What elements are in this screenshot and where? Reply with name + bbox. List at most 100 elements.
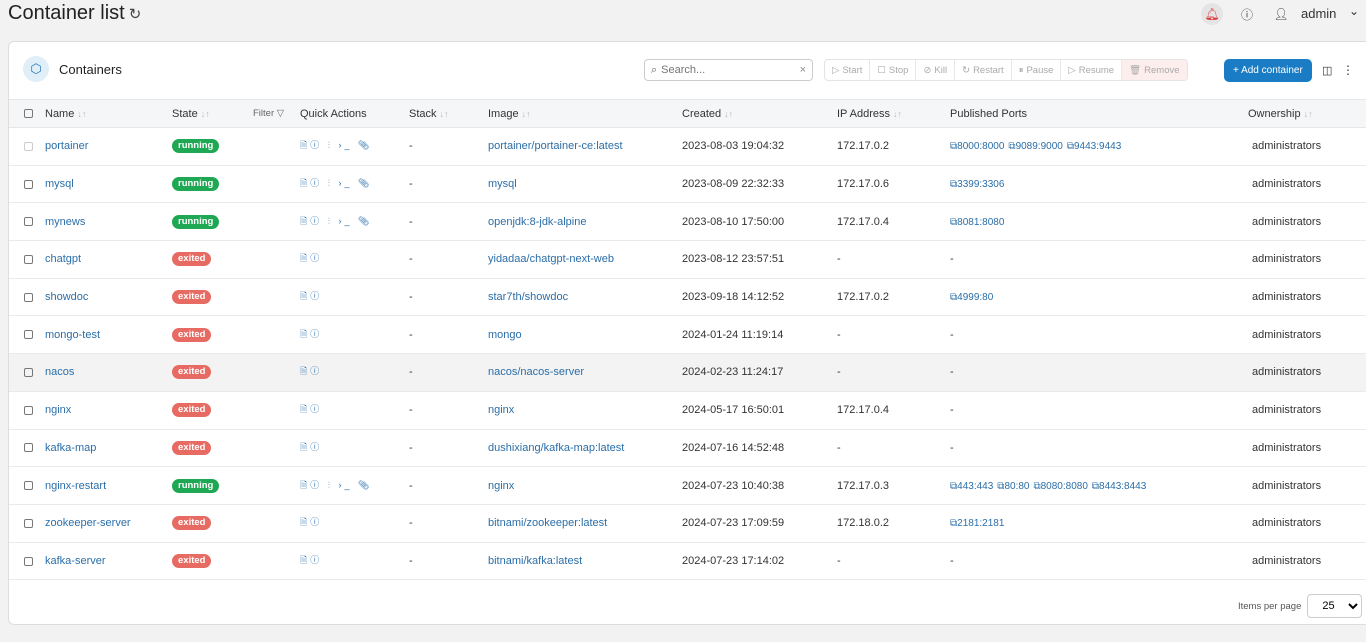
row-checkbox[interactable]: [24, 556, 33, 566]
row-checkbox[interactable]: [24, 292, 33, 302]
ip-cell: 172.18.0.2: [837, 504, 950, 543]
created-cell: 2024-07-23 17:14:02: [682, 542, 837, 581]
user-name[interactable]: admin: [1301, 6, 1336, 21]
port-link[interactable]: ⧉8000:8000: [950, 141, 1004, 152]
add-container-button[interactable]: + Add container: [1224, 59, 1312, 82]
chevron-down-icon[interactable]: ⌄: [1349, 4, 1359, 18]
stack-cell: -: [409, 202, 488, 242]
quick-action-icons[interactable]: 🗎︎ⓘ: [300, 442, 322, 452]
pause-button[interactable]: ⏸︎ Pause: [1012, 60, 1062, 80]
port-link[interactable]: ⧉9089:9000: [1008, 141, 1062, 152]
columns-icon[interactable]: ◫: [1322, 64, 1332, 77]
quick-action-icons[interactable]: 🗎︎ⓘ ⫶ ›_ 📎︎: [300, 178, 372, 188]
col-ownership[interactable]: Ownership ↓↑: [1248, 99, 1366, 128]
stack-cell: -: [409, 391, 488, 430]
container-name-link[interactable]: zookeeper-server: [45, 517, 131, 529]
row-checkbox[interactable]: [24, 179, 33, 189]
search-box[interactable]: ⌕×: [644, 59, 813, 81]
quick-action-icons[interactable]: 🗎︎ⓘ: [300, 404, 322, 414]
row-checkbox[interactable]: [24, 255, 33, 264]
stop-button[interactable]: ☐ Stop: [870, 60, 917, 80]
row-checkbox[interactable]: [24, 405, 33, 415]
row-checkbox[interactable]: [24, 481, 33, 491]
quick-action-icons[interactable]: 🗎︎ⓘ: [300, 517, 322, 527]
kill-button[interactable]: ⊘ Kill: [916, 60, 956, 80]
row-checkbox[interactable]: [24, 518, 33, 528]
quick-action-icons[interactable]: 🗎︎ⓘ: [300, 329, 322, 339]
resume-icon: ▷: [1068, 64, 1076, 76]
col-created[interactable]: Created ↓↑: [682, 99, 837, 128]
help-icon[interactable]: ⓘ: [1236, 3, 1258, 25]
port-link[interactable]: ⧉443:443: [950, 481, 993, 492]
image-link[interactable]: portainer/portainer-ce:latest: [488, 140, 623, 152]
port-link[interactable]: ⧉9443:9443: [1067, 141, 1121, 152]
table-row: mysql running 🗎︎ⓘ ⫶ ›_ 📎︎ - mysql 2023-08-09 …: [9, 165, 1366, 204]
col-state[interactable]: State ↓↑: [172, 99, 253, 128]
quick-action-icons[interactable]: 🗎︎ⓘ: [300, 253, 322, 263]
image-link[interactable]: nginx: [488, 404, 514, 416]
items-per-page-select[interactable]: 25: [1307, 594, 1363, 618]
col-image[interactable]: Image ↓↑: [488, 99, 682, 128]
col-ip[interactable]: IP Address ↓↑: [837, 99, 950, 128]
port-link[interactable]: ⧉2181:2181: [950, 518, 1004, 529]
image-link[interactable]: dushixiang/kafka-map:latest: [488, 442, 624, 454]
image-link[interactable]: star7th/showdoc: [488, 291, 568, 303]
image-link[interactable]: bitnami/zookeeper:latest: [488, 517, 607, 529]
container-name-link[interactable]: nacos: [45, 366, 74, 378]
remove-button[interactable]: 🗑︎ Remove: [1122, 60, 1187, 80]
container-name-link[interactable]: mysql: [45, 178, 74, 190]
no-ports: -: [950, 404, 954, 417]
image-link[interactable]: mysql: [488, 178, 517, 190]
stack-cell: -: [409, 240, 488, 279]
image-link[interactable]: mongo: [488, 329, 522, 341]
clear-icon[interactable]: ×: [800, 64, 806, 76]
restart-button[interactable]: ↻ Restart: [955, 60, 1012, 80]
image-link[interactable]: openjdk:8-jdk-alpine: [488, 216, 586, 228]
container-name-link[interactable]: mynews: [45, 216, 85, 228]
port-link[interactable]: ⧉8443:8443: [1092, 481, 1146, 492]
ownership-cell: administrators: [1248, 240, 1366, 279]
image-link[interactable]: yidadaa/chatgpt-next-web: [488, 253, 614, 265]
row-checkbox[interactable]: [24, 217, 33, 227]
created-cell: 2023-08-03 19:04:32: [682, 127, 837, 166]
more-options-icon[interactable]: ⋮: [1342, 63, 1354, 77]
quick-action-icons[interactable]: 🗎︎ⓘ ⫶ ›_ 📎︎: [300, 480, 372, 490]
user-icon[interactable]: 👤︎: [1270, 3, 1292, 25]
row-checkbox[interactable]: [24, 330, 33, 340]
select-all-checkbox[interactable]: [24, 109, 33, 119]
search-input[interactable]: [661, 64, 782, 76]
port-link[interactable]: ⧉8081:8080: [950, 217, 1004, 228]
notification-bell-icon[interactable]: 🔔︎: [1201, 3, 1223, 25]
container-name-link[interactable]: chatgpt: [45, 253, 81, 265]
port-link[interactable]: ⧉3399:3306: [950, 179, 1004, 190]
container-name-link[interactable]: portainer: [45, 140, 88, 152]
row-checkbox[interactable]: [24, 443, 33, 453]
image-link[interactable]: bitnami/kafka:latest: [488, 555, 582, 567]
image-link[interactable]: nacos/nacos-server: [488, 366, 584, 378]
row-checkbox[interactable]: [24, 368, 33, 378]
quick-action-icons[interactable]: 🗎︎ⓘ: [300, 555, 322, 565]
created-cell: 2024-02-23 11:24:17: [682, 353, 837, 392]
col-stack[interactable]: Stack ↓↑: [409, 99, 488, 128]
state-filter[interactable]: Filter ▽: [253, 99, 300, 128]
container-name-link[interactable]: nginx: [45, 404, 71, 416]
container-name-link[interactable]: kafka-map: [45, 442, 96, 454]
resume-button[interactable]: ▷ Resume: [1061, 60, 1123, 80]
port-link[interactable]: ⧉80:80: [997, 481, 1029, 492]
quick-action-icons[interactable]: 🗎︎ⓘ ⫶ ›_ 📎︎: [300, 140, 372, 150]
quick-action-icons[interactable]: 🗎︎ⓘ ⫶ ›_ 📎︎: [300, 216, 372, 226]
stack-cell: -: [409, 278, 488, 317]
container-name-link[interactable]: mongo-test: [45, 329, 100, 341]
quick-action-icons[interactable]: 🗎︎ⓘ: [300, 291, 322, 301]
port-link[interactable]: ⧉4999:80: [950, 292, 993, 303]
row-checkbox[interactable]: [24, 141, 33, 151]
quick-action-icons[interactable]: 🗎︎ⓘ: [300, 366, 322, 376]
container-name-link[interactable]: nginx-restart: [45, 480, 106, 492]
container-name-link[interactable]: kafka-server: [45, 555, 106, 567]
image-link[interactable]: nginx: [488, 480, 514, 492]
port-link[interactable]: ⧉8080:8080: [1033, 481, 1087, 492]
start-button[interactable]: ▷ Start: [825, 60, 871, 80]
refresh-icon[interactable]: ↻: [129, 6, 142, 23]
container-name-link[interactable]: showdoc: [45, 291, 88, 303]
col-name[interactable]: Name ↓↑: [45, 99, 172, 128]
